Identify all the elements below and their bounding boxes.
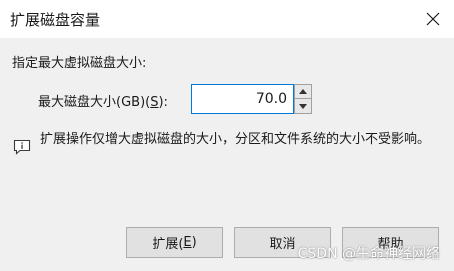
title-bar: 扩展磁盘容量 [0, 0, 454, 38]
window-title: 扩展磁盘容量 [10, 11, 101, 29]
max-size-input[interactable] [191, 84, 294, 114]
expand-label-prefix: 扩展( [152, 237, 184, 252]
max-size-label: 最大磁盘大小(GB)(S): [38, 91, 168, 110]
dialog-body: 指定最大虚拟磁盘大小: 最大磁盘大小(GB)(S): 扩展操作仅增大虚拟磁盘的大… [0, 38, 454, 271]
size-prompt: 指定最大虚拟磁盘大小: [12, 56, 147, 71]
spin-up-icon [299, 89, 307, 94]
expand-button[interactable]: 扩展(E) [126, 227, 223, 258]
stepper-down-button[interactable] [295, 99, 311, 113]
info-message: 扩展操作仅增大虚拟磁盘的大小，分区和文件系统的大小不受影响。 [40, 132, 431, 147]
stepper-buttons [294, 84, 312, 114]
close-icon [426, 12, 440, 26]
expand-label-suffix: ) [191, 235, 197, 250]
stepper-up-button[interactable] [295, 85, 311, 99]
info-icon [13, 139, 31, 155]
expand-disk-dialog: 扩展磁盘容量 指定最大虚拟磁盘大小: 最大磁盘大小(GB)(S): 70.0 扩… [0, 0, 454, 271]
expand-label-accel: E [183, 235, 192, 250]
max-size-label-prefix: 最大磁盘大小(GB)( [38, 95, 151, 110]
max-size-stepper [191, 84, 312, 114]
watermark: CSDN @生命神经网络 [297, 246, 440, 262]
max-size-label-suffix: ): [158, 95, 168, 110]
spin-down-icon [299, 103, 307, 109]
close-button[interactable] [422, 8, 444, 30]
